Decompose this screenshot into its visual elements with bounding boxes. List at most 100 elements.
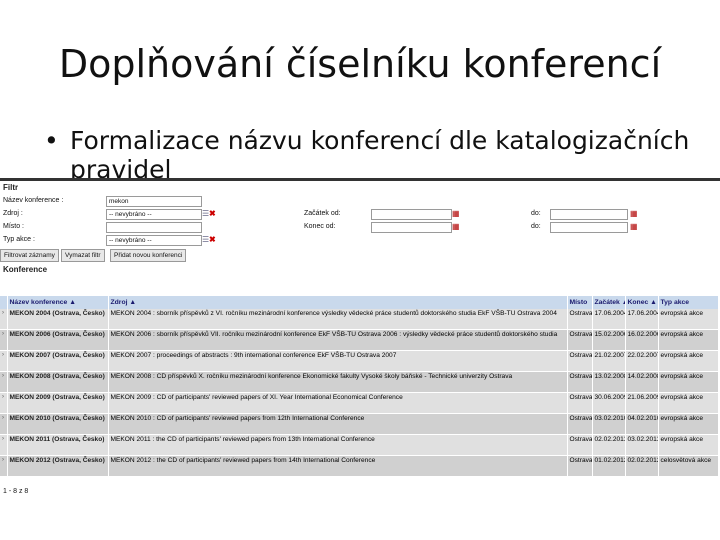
konec-od-input[interactable] <box>371 222 452 233</box>
zdroj-select[interactable]: -- nevybráno -- <box>106 209 202 220</box>
cell-typ: evropská akce <box>658 434 719 456</box>
slide-title: Doplňování číselníku konferencí <box>58 42 662 86</box>
row-marker[interactable]: › <box>0 309 8 330</box>
cell-zacatek: 30.06.2009 <box>592 392 626 414</box>
cell-konec: 04.02.2010 <box>625 413 659 435</box>
cell-nazev: MEKON 2010 (Ostrava, Česko) <box>7 413 109 435</box>
conference-app-screenshot: Filtr Název konference : mekon Zdroj : -… <box>0 178 720 503</box>
zacatek-od-input[interactable] <box>371 209 452 220</box>
cell-zdroj: MEKON 2011 : the CD of participants' rev… <box>108 434 568 456</box>
col-konec[interactable]: Konec ▲ <box>625 296 659 309</box>
misto-input[interactable] <box>106 222 202 233</box>
table-row[interactable]: › MEKON 2006 (Ostrava, Česko) MEKON 2006… <box>0 329 719 351</box>
cell-misto: Ostrava <box>567 309 593 330</box>
cell-zacatek: 21.02.2007 <box>592 350 626 372</box>
cell-misto: Ostrava <box>567 455 593 477</box>
bullet-text: Formalizace názvu konferencí dle katalog… <box>70 126 690 178</box>
list-heading: Konference <box>3 265 48 274</box>
cell-zacatek: 01.02.2012 <box>592 455 626 477</box>
nazev-input[interactable]: mekon <box>106 196 202 207</box>
cell-konec: 16.02.2006 <box>625 329 659 351</box>
bullet-marker: • <box>44 126 59 155</box>
row-marker[interactable]: › <box>0 455 8 477</box>
cell-konec: 21.06.2009 <box>625 392 659 414</box>
cell-zdroj: MEKON 2006 : sborník příspěvků VII. ročn… <box>108 329 568 351</box>
cell-nazev: MEKON 2007 (Ostrava, Česko) <box>7 350 109 372</box>
filter-row-misto: Místo : Konec od: ▦ do: ▦ <box>0 221 720 234</box>
add-conference-button[interactable]: Přidat novou konferenci <box>110 249 187 262</box>
cell-zdroj: MEKON 2008 : CD příspěvků X. ročníku mez… <box>108 371 568 393</box>
cell-nazev: MEKON 2004 (Ostrava, Česko) <box>7 309 109 330</box>
cell-konec: 03.02.2011 <box>625 434 659 456</box>
cell-konec: 17.06.2004 <box>625 309 659 330</box>
cell-misto: Ostrava <box>567 392 593 414</box>
cell-typ: evropská akce <box>658 350 719 372</box>
table-row[interactable]: › MEKON 2007 (Ostrava, Česko) MEKON 2007… <box>0 350 719 372</box>
calendar-icon[interactable]: ▦ <box>630 209 638 219</box>
col-typ[interactable]: Typ akce <box>658 296 719 309</box>
cell-konec: 14.02.2008 <box>625 371 659 393</box>
zdroj-label: Zdroj : <box>3 210 23 217</box>
konec-label: Konec od: <box>304 223 336 230</box>
table-row[interactable]: › MEKON 2009 (Ostrava, Česko) MEKON 2009… <box>0 392 719 414</box>
cell-zdroj: MEKON 2012 : the CD of participants' rev… <box>108 455 568 477</box>
filter-records-button[interactable]: Filtrovat záznamy <box>0 249 59 262</box>
cell-typ: evropská akce <box>658 413 719 435</box>
filter-row-nazev: Název konference : mekon <box>0 195 720 208</box>
cell-typ: evropská akce <box>658 309 719 330</box>
cell-zacatek: 15.02.2006 <box>592 329 626 351</box>
table-row[interactable]: › MEKON 2012 (Ostrava, Česko) MEKON 2012… <box>0 455 719 477</box>
filter-heading: Filtr <box>3 183 19 192</box>
cell-typ: evropská akce <box>658 329 719 351</box>
col-checkbox <box>0 296 8 309</box>
row-marker[interactable]: › <box>0 413 8 435</box>
clear-icon[interactable]: ✖ <box>209 235 216 245</box>
cell-misto: Ostrava <box>567 329 593 351</box>
col-misto[interactable]: Místo <box>567 296 593 309</box>
table-row[interactable]: › MEKON 2004 (Ostrava, Česko) MEKON 2004… <box>0 309 719 330</box>
cell-nazev: MEKON 2008 (Ostrava, Česko) <box>7 371 109 393</box>
zacatek-do-input[interactable] <box>550 209 628 220</box>
cell-zdroj: MEKON 2009 : CD of participants' reviewe… <box>108 392 568 414</box>
row-marker[interactable]: › <box>0 350 8 372</box>
typ-label: Typ akce : <box>3 236 35 243</box>
cell-nazev: MEKON 2012 (Ostrava, Česko) <box>7 455 109 477</box>
calendar-icon[interactable]: ▦ <box>452 209 460 219</box>
clear-filter-button[interactable]: Vymazat filtr <box>61 249 105 262</box>
row-marker[interactable]: › <box>0 392 8 414</box>
calendar-icon[interactable]: ▦ <box>452 222 460 232</box>
filter-buttons: Filtrovat záznamy Vymazat filtr Přidat n… <box>0 249 720 263</box>
table-header: Název konference ▲ Zdroj ▲ Místo Začátek… <box>0 296 719 309</box>
col-zdroj[interactable]: Zdroj ▲ <box>108 296 568 309</box>
cell-zacatek: 13.02.2008 <box>592 371 626 393</box>
table-row[interactable]: › MEKON 2011 (Ostrava, Česko) MEKON 2011… <box>0 434 719 456</box>
calendar-icon[interactable]: ▦ <box>630 222 638 232</box>
col-zacatek[interactable]: Začátek ▲ <box>592 296 626 309</box>
pager: 1 - 8 z 8 <box>3 488 29 495</box>
clear-icon[interactable]: ✖ <box>209 209 216 219</box>
row-marker[interactable]: › <box>0 434 8 456</box>
cell-misto: Ostrava <box>567 371 593 393</box>
do-label: do: <box>531 223 541 230</box>
nazev-label: Název konference : <box>3 197 64 204</box>
cell-misto: Ostrava <box>567 434 593 456</box>
cell-typ: celosvětová akce <box>658 455 719 477</box>
table-row[interactable]: › MEKON 2008 (Ostrava, Česko) MEKON 2008… <box>0 371 719 393</box>
cell-zdroj: MEKON 2010 : CD of participants' reviewe… <box>108 413 568 435</box>
cell-zdroj: MEKON 2004 : sborník příspěvků z VI. roč… <box>108 309 568 330</box>
cell-nazev: MEKON 2009 (Ostrava, Česko) <box>7 392 109 414</box>
cell-zacatek: 17.06.2004 <box>592 309 626 330</box>
cell-nazev: MEKON 2011 (Ostrava, Česko) <box>7 434 109 456</box>
row-marker[interactable]: › <box>0 329 8 351</box>
col-nazev[interactable]: Název konference ▲ <box>7 296 109 309</box>
filter-row-typ: Typ akce : -- nevybráno -- ☰ ✖ <box>0 234 720 247</box>
cell-konec: 22.02.2007 <box>625 350 659 372</box>
table-row[interactable]: › MEKON 2010 (Ostrava, Česko) MEKON 2010… <box>0 413 719 435</box>
konec-do-input[interactable] <box>550 222 628 233</box>
row-marker[interactable]: › <box>0 371 8 393</box>
cell-misto: Ostrava <box>567 413 593 435</box>
zacatek-label: Začátek od: <box>304 210 341 217</box>
cell-typ: evropská akce <box>658 392 719 414</box>
typ-select[interactable]: -- nevybráno -- <box>106 235 202 246</box>
cell-konec: 02.02.2012 <box>625 455 659 477</box>
